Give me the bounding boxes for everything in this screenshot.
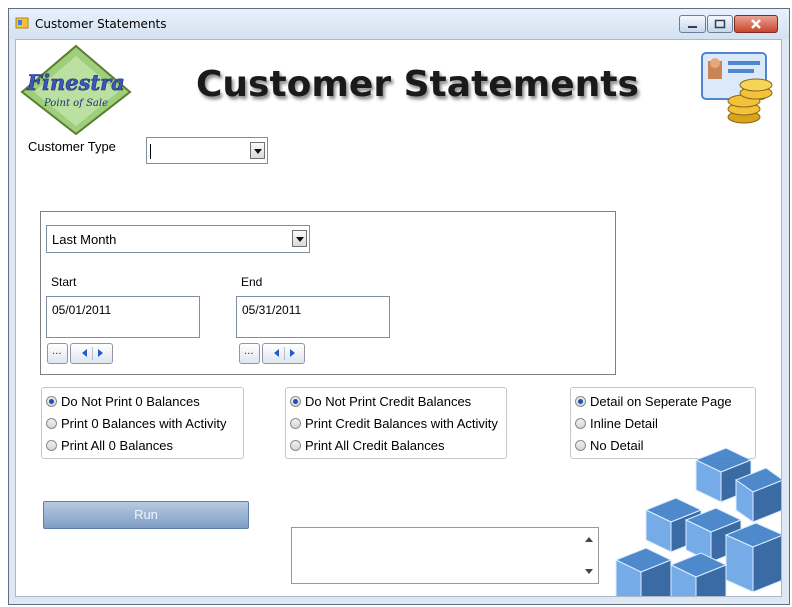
end-date-field[interactable]: 05/31/2011 [236, 296, 390, 338]
zero-balance-options: Do Not Print 0 Balances Print 0 Balances… [41, 387, 244, 459]
start-label: Start [51, 275, 77, 289]
start-date-picker-button[interactable] [47, 343, 68, 364]
date-preset-select[interactable]: Last Month [46, 225, 310, 253]
arrow-left-icon[interactable] [82, 349, 87, 357]
customer-type-select[interactable] [146, 137, 268, 164]
start-date-value: 05/01/2011 [52, 303, 112, 317]
arrow-left-icon[interactable] [274, 349, 279, 357]
end-date-stepper[interactable] [262, 343, 305, 364]
svg-text:Finestra: Finestra [26, 70, 125, 95]
app-icon [15, 17, 29, 29]
vertical-scrollbar[interactable] [581, 528, 598, 583]
credit-balance-options: Do Not Print Credit Balances Print Credi… [285, 387, 507, 459]
close-button[interactable] [734, 15, 778, 33]
statement-coins-icon [701, 52, 773, 124]
page-title: Customer Statements [196, 64, 639, 105]
arrow-right-icon[interactable] [290, 349, 295, 357]
minimize-icon [688, 26, 697, 28]
minimize-button[interactable] [679, 15, 706, 33]
customer-type-label: Customer Type [28, 139, 116, 154]
svg-text:Point of Sale: Point of Sale [43, 98, 108, 109]
text-cursor [150, 144, 151, 159]
run-button[interactable]: Run [43, 501, 249, 529]
close-icon [751, 19, 761, 29]
end-label: End [241, 275, 263, 289]
end-date-picker-button[interactable] [239, 343, 260, 364]
end-date-value: 05/31/2011 [242, 303, 302, 317]
arrow-right-icon[interactable] [98, 349, 103, 357]
start-date-field[interactable]: 05/01/2011 [46, 296, 200, 338]
maximize-button[interactable] [707, 15, 733, 33]
app-window: Customer Statements Finestra Point of Sa… [8, 8, 790, 605]
output-log-textarea[interactable] [291, 527, 599, 584]
date-range-panel: Last Month Start End 05/01/2011 05/31/20… [40, 211, 616, 375]
scroll-down-icon[interactable] [585, 569, 593, 574]
maximize-icon [714, 19, 726, 29]
scroll-up-icon[interactable] [585, 537, 593, 542]
chevron-down-icon[interactable] [250, 142, 265, 159]
chevron-down-icon[interactable] [292, 230, 307, 247]
decorative-cubes-graphic [614, 447, 781, 596]
start-date-stepper[interactable] [70, 343, 113, 364]
date-preset-value: Last Month [52, 232, 117, 247]
window-title: Customer Statements [35, 17, 167, 31]
title-bar[interactable]: Customer Statements [9, 9, 789, 39]
finestra-logo: Finestra Point of Sale [20, 44, 132, 136]
client-area: Finestra Point of Sale Customer Statemen… [15, 39, 782, 597]
